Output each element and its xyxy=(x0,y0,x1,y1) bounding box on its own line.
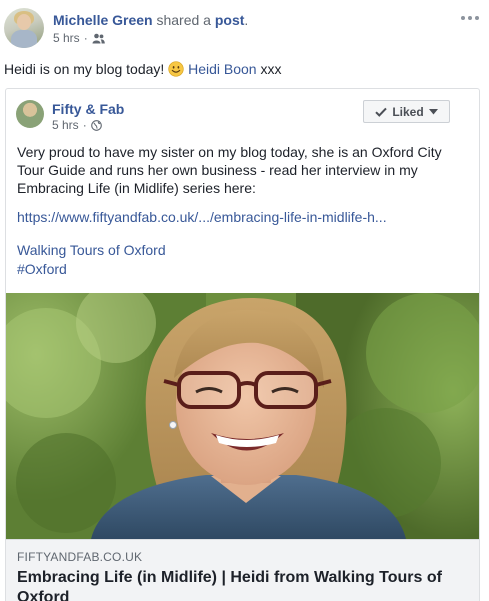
shared-photo[interactable] xyxy=(6,293,479,539)
shared-post-timestamp[interactable]: 5 hrs xyxy=(52,118,79,132)
hashtag-link[interactable]: #Oxford xyxy=(17,261,67,277)
blog-link[interactable]: https://www.fiftyandfab.co.uk/.../embrac… xyxy=(17,209,467,225)
smile-emoji-icon xyxy=(168,61,184,77)
walking-tours-link[interactable]: Walking Tours of Oxford xyxy=(17,242,166,258)
check-icon xyxy=(375,107,388,117)
meta-separator: · xyxy=(83,31,88,45)
shared-post-meta: 5 hrs · xyxy=(52,118,102,132)
page-name-link[interactable]: Fifty & Fab xyxy=(52,101,124,117)
post-text: Heidi is on my blog today! Heidi Boon xx… xyxy=(4,61,281,77)
author-line: Michelle Green shared a post. xyxy=(53,12,248,28)
period-text: . xyxy=(244,12,249,28)
shared-post-text: Very proud to have my sister on my blog … xyxy=(17,144,442,196)
author-avatar[interactable] xyxy=(4,8,44,48)
action-text: shared a xyxy=(156,12,211,28)
liked-label: Liked xyxy=(392,104,424,119)
post-meta: 5 hrs · xyxy=(53,31,105,45)
post-text-tail: xxx xyxy=(260,61,282,77)
liked-button[interactable]: Liked xyxy=(363,100,450,123)
post-timestamp[interactable]: 5 hrs xyxy=(53,31,80,45)
chevron-down-icon xyxy=(428,108,438,114)
globe-icon xyxy=(90,119,102,131)
post-header: Michelle Green shared a post. 5 hrs · xyxy=(0,0,489,56)
page-avatar[interactable] xyxy=(16,100,44,128)
post-link[interactable]: post xyxy=(215,12,245,28)
shared-post-card: Fifty & Fab 5 hrs · Liked Very proud to … xyxy=(5,88,480,601)
friends-icon xyxy=(92,33,105,43)
mention-link[interactable]: Heidi Boon xyxy=(188,61,257,77)
link-preview[interactable]: FIFTYANDFAB.CO.UK Embracing Life (in Mid… xyxy=(6,539,479,601)
author-name-link[interactable]: Michelle Green xyxy=(53,12,153,28)
shared-meta-separator: · xyxy=(82,118,87,132)
preview-domain: FIFTYANDFAB.CO.UK xyxy=(17,550,143,564)
post-text-main: Heidi is on my blog today! xyxy=(4,61,165,77)
more-options-icon[interactable] xyxy=(459,10,481,26)
preview-title[interactable]: Embracing Life (in Midlife) | Heidi from… xyxy=(17,568,457,601)
